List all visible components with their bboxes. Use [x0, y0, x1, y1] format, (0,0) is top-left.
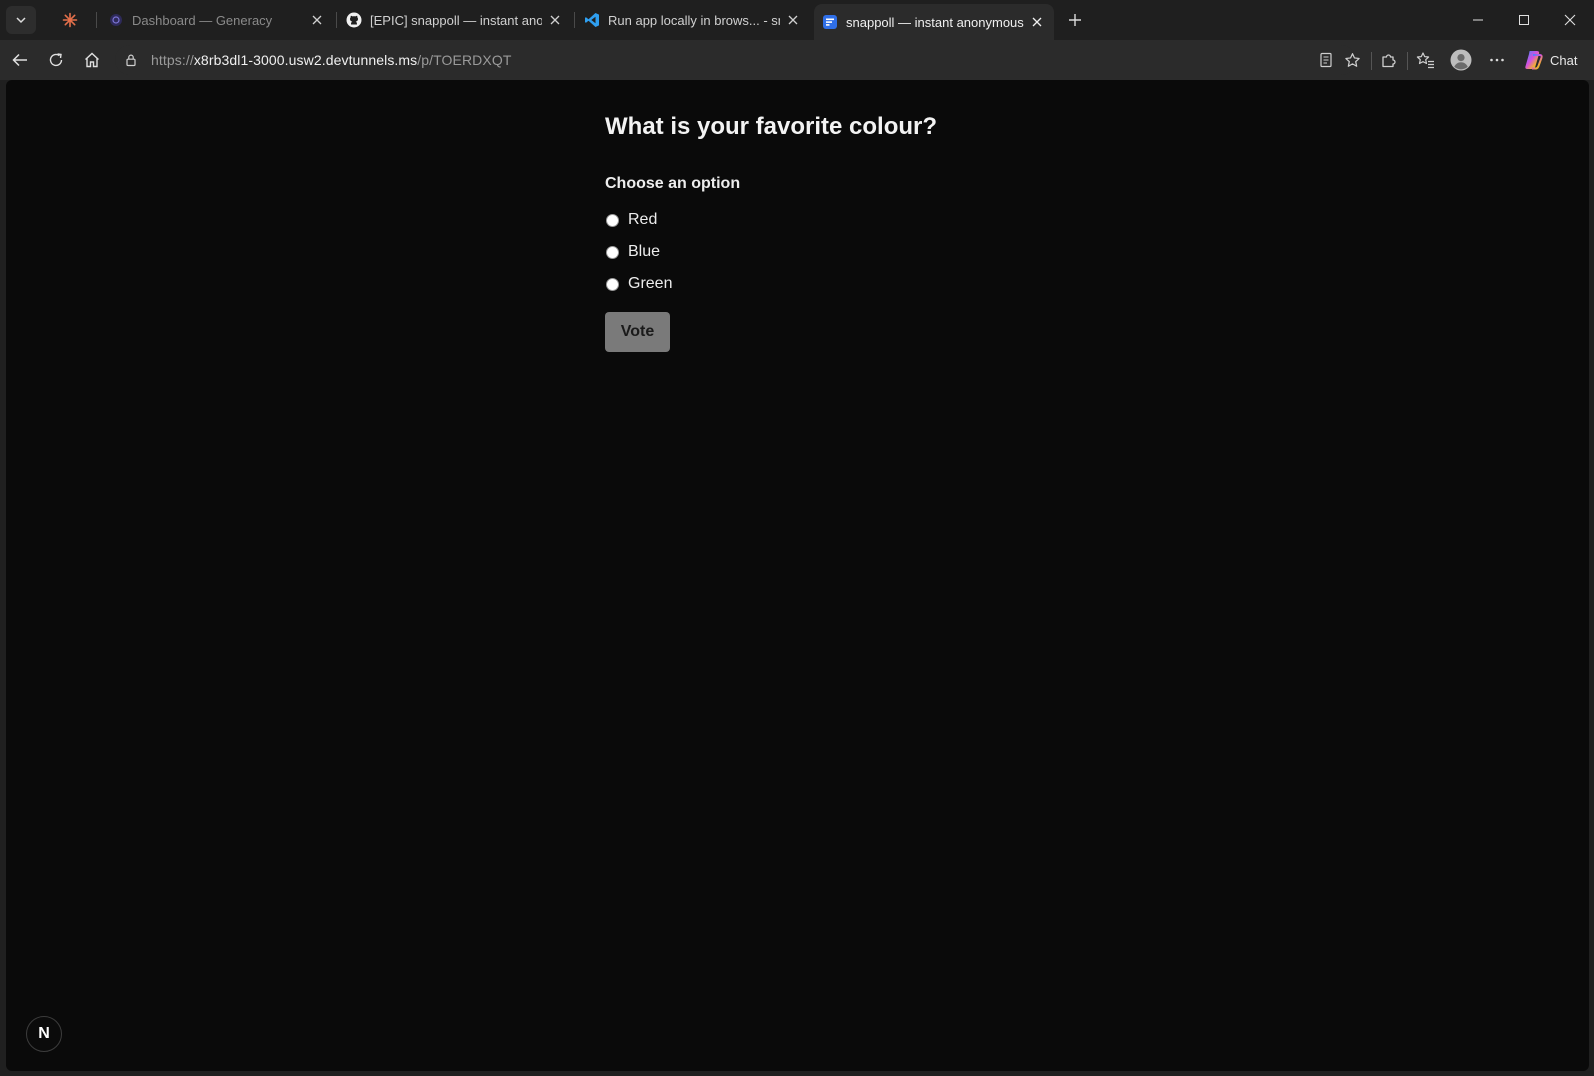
tab-snappoll-active[interactable]: snappoll — instant anonymous poll — [814, 4, 1054, 40]
copilot-icon — [1525, 51, 1543, 70]
extensions-button[interactable] — [1374, 46, 1404, 74]
address-bar[interactable]: https://x8rb3dl1-3000.usw2.devtunnels.ms… — [115, 45, 1356, 75]
toolbar-divider — [1371, 52, 1372, 70]
url-text[interactable]: https://x8rb3dl1-3000.usw2.devtunnels.ms… — [151, 52, 511, 68]
close-icon[interactable] — [1028, 13, 1046, 31]
generacy-icon — [108, 12, 124, 28]
radio-button[interactable] — [606, 213, 619, 227]
option-green[interactable]: Green — [605, 268, 1025, 300]
url-scheme: https:// — [151, 52, 194, 68]
options-list: Red Blue Green — [605, 204, 1025, 300]
option-label: Red — [628, 211, 658, 228]
copilot-label: Chat — [1550, 52, 1578, 68]
close-icon[interactable] — [308, 11, 326, 29]
pinned-tab[interactable] — [52, 6, 88, 34]
vote-button[interactable]: Vote — [605, 312, 670, 352]
back-button[interactable] — [5, 46, 35, 74]
close-icon[interactable] — [546, 11, 564, 29]
github-icon — [346, 12, 362, 28]
puzzle-icon — [1382, 54, 1396, 68]
tab-dashboard-generacy[interactable]: Dashboard — Generacy — [100, 5, 334, 35]
minimize-icon — [1473, 19, 1483, 21]
radio-button[interactable] — [606, 245, 619, 259]
plus-icon — [1069, 14, 1081, 26]
choose-option-label: Choose an option — [605, 175, 741, 192]
favorites-button[interactable] — [1410, 46, 1440, 74]
more-horizontal-icon — [1490, 58, 1504, 62]
refresh-icon — [49, 53, 63, 67]
favorites-list-icon — [1416, 52, 1434, 69]
favorite-star-button[interactable] — [1337, 46, 1367, 74]
poll-question-title: What is your favorite colour? — [605, 113, 938, 140]
page-viewport: What is your favorite colour? Choose an … — [6, 80, 1589, 1071]
tab-github-snappoll-epic[interactable]: [EPIC] snappoll — instant anonymous — [338, 5, 572, 35]
maximize-button[interactable] — [1501, 0, 1547, 40]
tab-vscode-run-app[interactable]: Run app locally in brows... - snappoll — [576, 5, 810, 35]
option-blue[interactable]: Blue — [605, 236, 1025, 268]
close-window-button[interactable] — [1547, 0, 1593, 40]
star-icon — [1344, 52, 1360, 67]
option-label: Blue — [628, 243, 661, 260]
url-host: x8rb3dl1-3000.usw2.devtunnels.ms — [193, 52, 418, 68]
tab-separator — [336, 12, 337, 28]
chevron-down-icon — [16, 17, 26, 24]
profile-button[interactable] — [1446, 46, 1476, 74]
tab-title: Run app locally in brows... - snappoll — [608, 12, 780, 28]
option-label: Green — [628, 275, 673, 292]
option-red[interactable]: Red — [605, 204, 1025, 236]
tab-title: [EPIC] snappoll — instant anonymous — [370, 12, 542, 28]
tab-title: snappoll — instant anonymous poll — [846, 14, 1024, 30]
poll-form: What is your favorite colour? Choose an … — [605, 110, 1025, 352]
url-path: /p/TOERDXQT — [417, 52, 512, 68]
refresh-button[interactable] — [41, 46, 71, 74]
snappoll-icon — [822, 14, 838, 30]
browser-toolbar: https://x8rb3dl1-3000.usw2.devtunnels.ms… — [0, 40, 1594, 80]
settings-more-button[interactable] — [1482, 46, 1512, 74]
home-icon — [85, 52, 99, 68]
tab-separator — [96, 12, 97, 28]
lock-icon[interactable] — [123, 52, 139, 68]
vscode-icon — [584, 12, 600, 28]
reading-view-icon — [1320, 52, 1332, 68]
avatar-icon — [1450, 49, 1472, 71]
arrow-left-icon — [12, 53, 27, 67]
tab-separator — [574, 12, 575, 28]
tab-strip: Dashboard — Generacy [EPIC] snappoll — i… — [0, 0, 1594, 40]
starburst-icon — [62, 12, 78, 28]
toolbar-divider — [1407, 52, 1408, 70]
maximize-icon — [1519, 15, 1529, 25]
close-icon[interactable] — [784, 11, 802, 29]
close-icon — [1564, 14, 1576, 26]
nextjs-logo-letter: N — [38, 1025, 50, 1042]
home-button[interactable] — [77, 46, 107, 74]
tab-title: Dashboard — Generacy — [132, 12, 273, 28]
radio-button[interactable] — [606, 277, 619, 291]
minimize-button[interactable] — [1455, 0, 1501, 40]
nextjs-dev-tools-button[interactable]: N — [26, 1016, 62, 1052]
new-tab-button[interactable] — [1062, 8, 1088, 32]
copilot-chat-button[interactable]: Chat — [1522, 46, 1588, 74]
tab-actions-menu-button[interactable] — [6, 6, 36, 34]
